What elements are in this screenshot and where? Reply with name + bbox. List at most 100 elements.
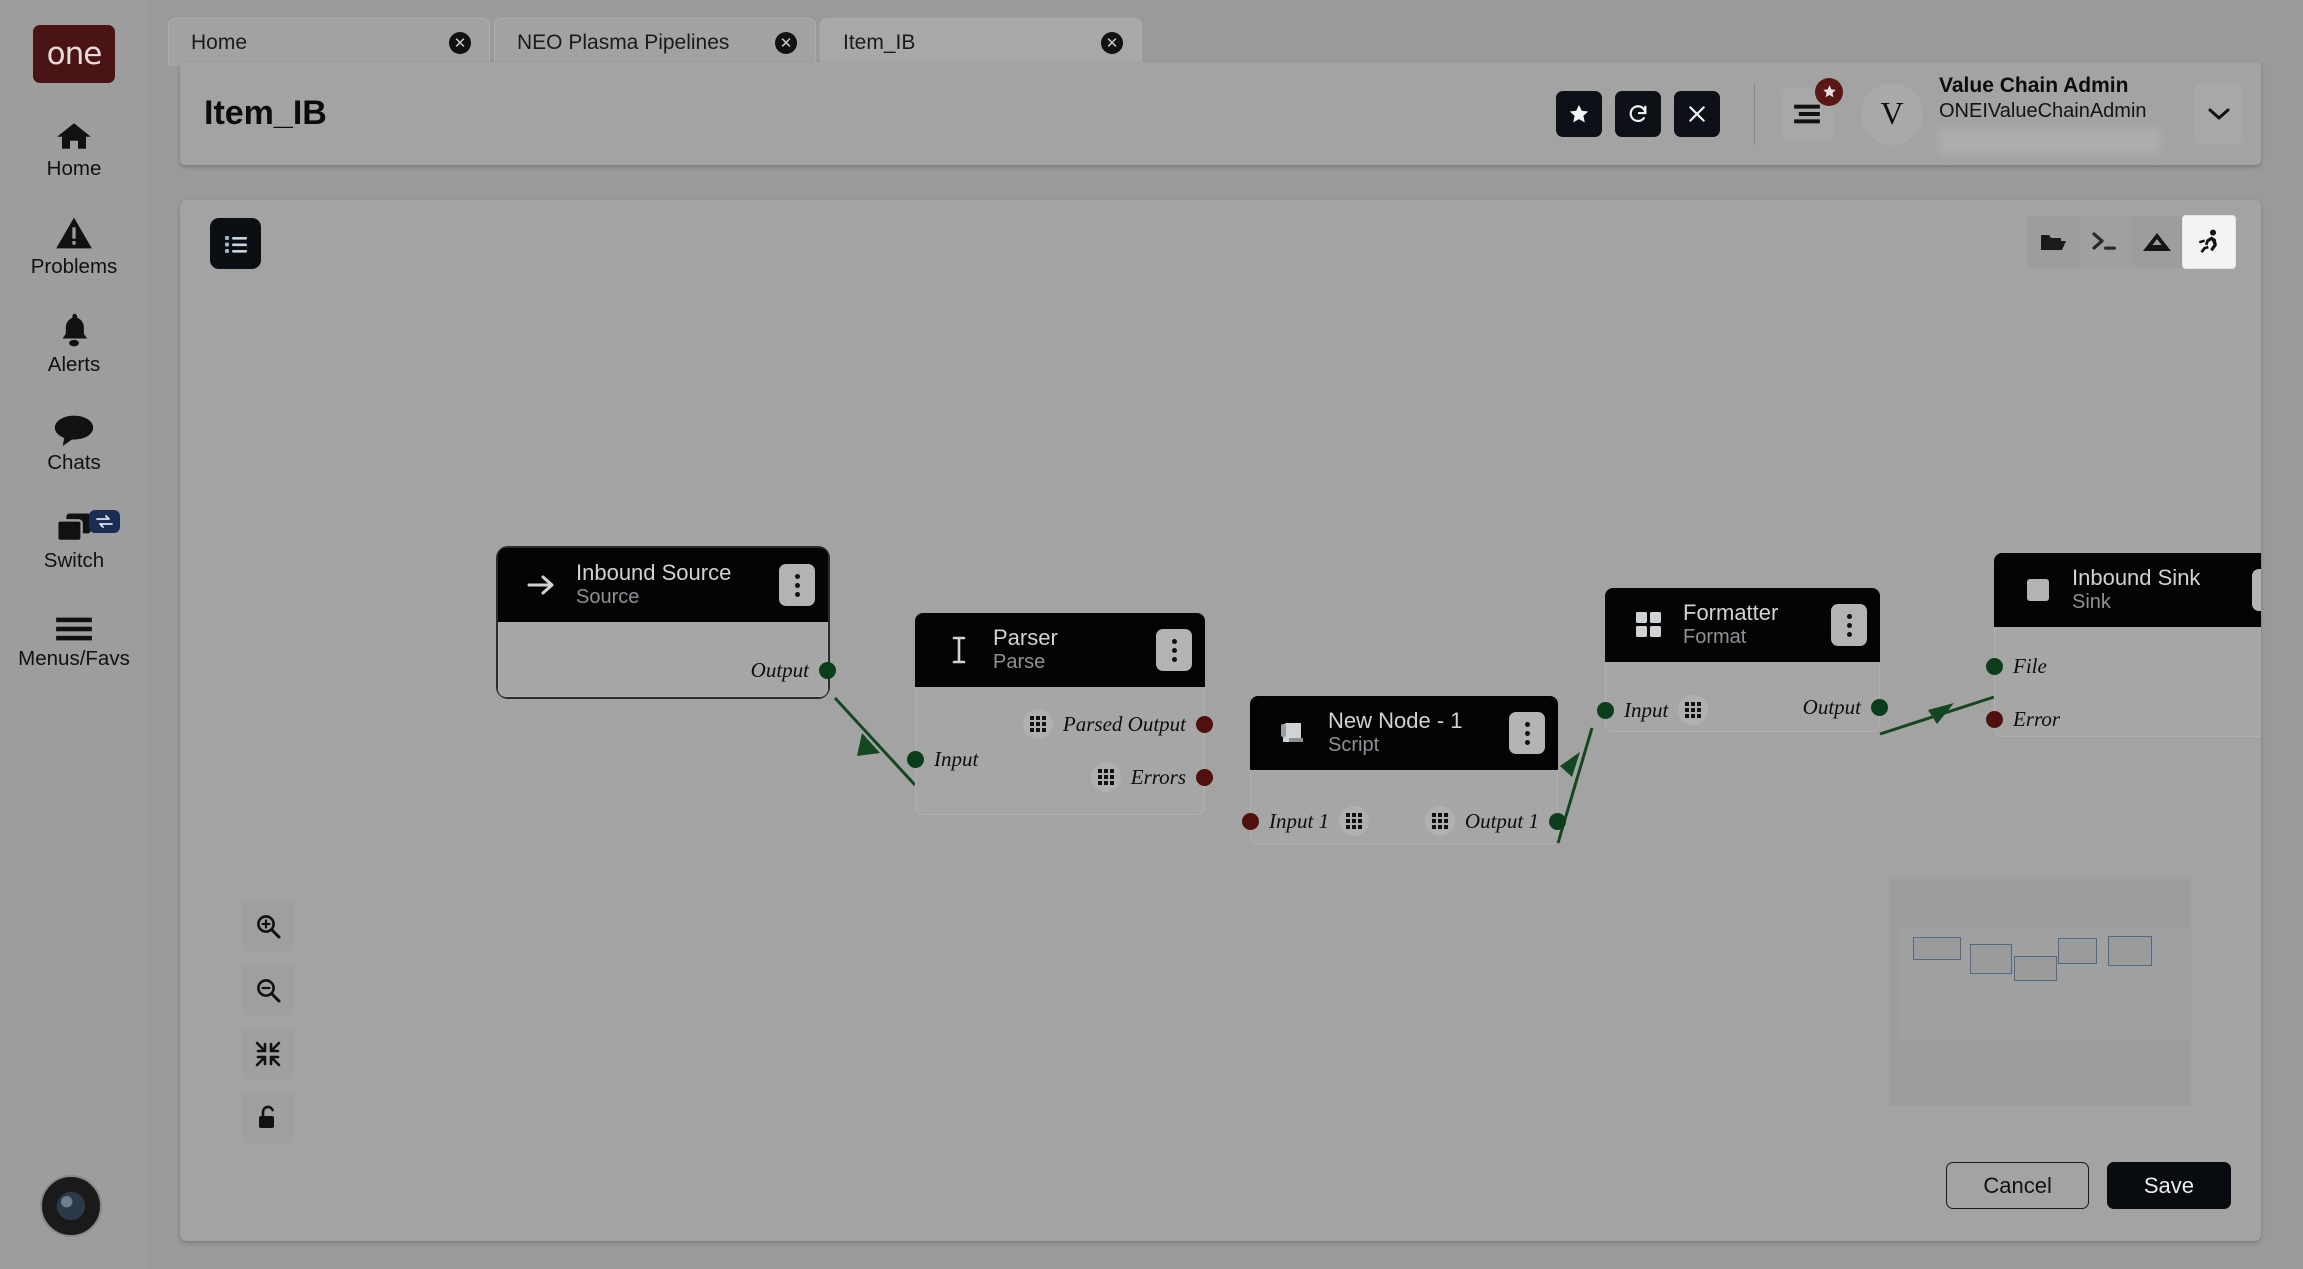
port-dot[interactable] xyxy=(1242,812,1259,830)
close-icon[interactable]: ✕ xyxy=(449,31,471,54)
close-icon[interactable]: ✕ xyxy=(1101,31,1123,54)
sidebar-item-chats[interactable]: Chats xyxy=(0,406,148,475)
port-dot[interactable] xyxy=(1196,768,1213,786)
port-file[interactable]: File xyxy=(1986,654,2047,679)
port-output[interactable]: Output xyxy=(751,658,836,683)
node-body: File Error xyxy=(1986,627,2261,737)
sidebar-label-alerts: Alerts xyxy=(47,353,101,376)
user-menu-toggle[interactable] xyxy=(2195,83,2243,144)
lock-button[interactable] xyxy=(242,1092,294,1144)
cancel-button[interactable]: Cancel xyxy=(1946,1162,2089,1209)
favorites-menu-button[interactable] xyxy=(1781,77,1843,140)
header-divider xyxy=(1754,82,1755,145)
port-label: Parsed Output xyxy=(1062,711,1186,736)
port-label: Output 1 xyxy=(1464,808,1539,833)
node-formatter[interactable]: Formatter Format Input Output xyxy=(1597,588,1888,732)
port-label: Output xyxy=(1802,695,1861,719)
port-input[interactable]: Input xyxy=(1597,695,1709,725)
pipeline-canvas[interactable]: Inbound Source Source Output Parser Pars… xyxy=(180,200,2261,1241)
port-label: Input xyxy=(1624,697,1669,722)
brand-logo-text: one xyxy=(46,36,103,72)
chat-bubble-icon xyxy=(53,406,95,446)
edge-arrow xyxy=(857,733,880,756)
form-actions: Cancel Save xyxy=(1946,1162,2231,1209)
refresh-button[interactable] xyxy=(1615,90,1661,137)
node-menu-button[interactable] xyxy=(2252,569,2261,611)
port-label: Errors xyxy=(1130,764,1186,789)
node-header: New Node - 1 Script xyxy=(1250,696,1558,770)
sidebar-item-problems[interactable]: Problems xyxy=(0,210,148,279)
sidebar-item-home[interactable]: Home xyxy=(0,112,148,181)
swap-arrows-icon[interactable] xyxy=(89,510,120,533)
node-menu-button[interactable] xyxy=(1831,604,1867,646)
port-dot[interactable] xyxy=(1986,711,2003,728)
node-title-block: Parser Parse xyxy=(993,626,1058,674)
avatar[interactable]: V xyxy=(1861,82,1923,145)
app-root: one Home Problems Alerts Chats Switch Me… xyxy=(0,0,2303,1269)
port-dot[interactable] xyxy=(1597,701,1614,719)
port-dot[interactable] xyxy=(1549,812,1566,830)
node-menu-button[interactable] xyxy=(1156,629,1192,671)
page-header: Item_IB V Value Chain Admin ONEIValueCha… xyxy=(180,62,2261,165)
help-orb-button[interactable] xyxy=(40,1175,102,1237)
port-output-1[interactable]: Output 1 xyxy=(1424,806,1566,836)
node-header: Inbound Source Source xyxy=(498,548,828,622)
port-label: Input xyxy=(934,747,979,771)
port-dot[interactable] xyxy=(1196,715,1213,733)
tab-label: Item_IB xyxy=(843,30,916,54)
edge-formatter-to-sink xyxy=(1879,695,1995,736)
text-cursor-icon xyxy=(937,636,981,664)
port-parsed-output[interactable]: Parsed Output xyxy=(1022,709,1213,739)
zoom-out-button[interactable] xyxy=(242,964,294,1016)
port-label: File xyxy=(2013,654,2047,678)
node-body: Input Parsed Output Errors xyxy=(907,687,1213,815)
node-subtitle: Source xyxy=(576,585,640,608)
minimap-node xyxy=(2058,938,2097,964)
tab-home[interactable]: Home ✕ xyxy=(168,18,490,66)
zoom-in-button[interactable] xyxy=(242,900,294,952)
bell-icon xyxy=(56,308,92,348)
grid-icon xyxy=(1678,695,1709,725)
star-icon xyxy=(1815,77,1843,106)
port-dot[interactable] xyxy=(907,751,924,768)
node-title: Parser xyxy=(993,625,1058,651)
node-subtitle: Script xyxy=(1328,733,1380,756)
sidebar-item-menus-favs[interactable]: Menus/Favs xyxy=(0,602,148,671)
fit-view-button[interactable] xyxy=(242,1028,294,1080)
list-menu-icon xyxy=(1794,104,1820,123)
brand-logo[interactable]: one xyxy=(33,25,115,83)
port-dot[interactable] xyxy=(1986,658,2003,675)
node-menu-button[interactable] xyxy=(779,564,815,606)
tab-item-ib[interactable]: Item_IB ✕ xyxy=(820,18,1142,66)
close-button[interactable] xyxy=(1674,90,1720,137)
node-header: Inbound Sink Sink xyxy=(1994,553,2261,627)
warning-triangle-icon xyxy=(54,210,94,250)
chevron-down-icon xyxy=(2208,108,2230,119)
sidebar-item-switch[interactable]: Switch xyxy=(0,504,148,573)
favorite-button[interactable] xyxy=(1556,90,1602,137)
minimap[interactable] xyxy=(1889,879,2191,1106)
grid-icon xyxy=(1090,762,1121,792)
sidebar-item-alerts[interactable]: Alerts xyxy=(0,308,148,377)
collapse-arrows-icon xyxy=(255,1041,281,1067)
four-squares-icon xyxy=(1627,612,1671,638)
close-icon[interactable]: ✕ xyxy=(775,31,797,54)
port-errors[interactable]: Errors xyxy=(1090,762,1213,792)
node-inbound-source[interactable]: Inbound Source Source Output xyxy=(498,548,836,697)
port-output[interactable]: Output xyxy=(1803,695,1888,720)
node-new-node-1[interactable]: New Node - 1 Script Input 1 Output 1 xyxy=(1242,696,1566,845)
node-menu-button[interactable] xyxy=(1509,712,1545,754)
arrow-right-icon xyxy=(520,574,564,596)
port-input[interactable]: Input xyxy=(907,747,978,772)
port-dot[interactable] xyxy=(819,662,836,679)
port-dot[interactable] xyxy=(1871,699,1888,716)
tab-neo-plasma-pipelines[interactable]: NEO Plasma Pipelines ✕ xyxy=(494,18,816,66)
node-title: Formatter xyxy=(1683,600,1779,626)
port-error[interactable]: Error xyxy=(1986,707,2060,732)
node-inbound-sink[interactable]: Inbound Sink Sink File Error xyxy=(1986,553,2261,737)
tab-label: Home xyxy=(191,30,248,54)
node-parser[interactable]: Parser Parse Input Parsed Output Errors xyxy=(907,613,1213,815)
zoom-controls xyxy=(242,900,294,1144)
port-input-1[interactable]: Input 1 xyxy=(1242,806,1370,836)
save-button[interactable]: Save xyxy=(2106,1162,2231,1209)
